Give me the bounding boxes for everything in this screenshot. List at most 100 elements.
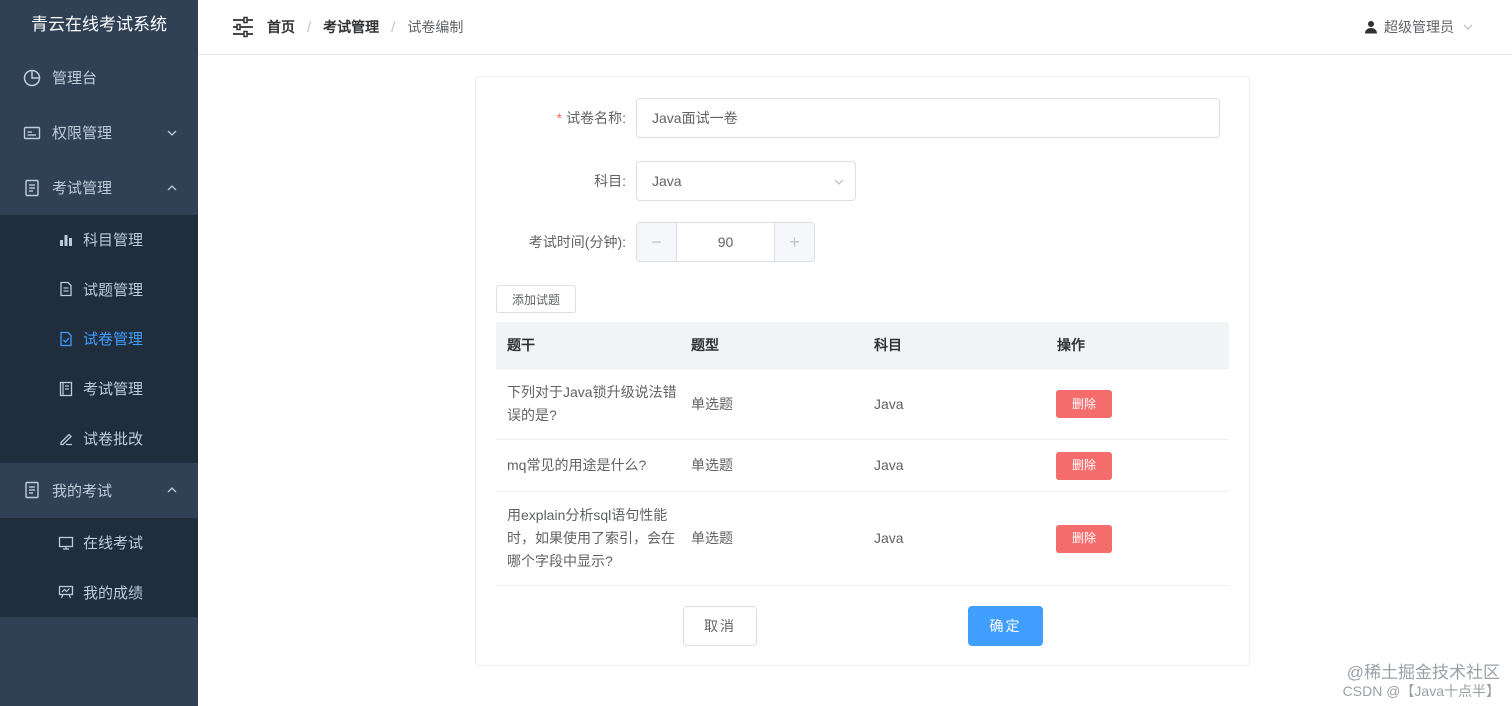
sidebar-item-label: 考试管理 <box>83 381 144 399</box>
menu-my-exam[interactable]: 我的考试 <box>0 463 198 518</box>
paper-name-input[interactable]: Java面试一卷 <box>636 98 1220 138</box>
cell-subject: Java <box>874 457 904 473</box>
user-name: 超级管理员 <box>1384 19 1454 35</box>
cell-stem: 下列对于Java锁升级说法错误的是? <box>507 384 677 423</box>
sidebar-item-exams[interactable]: 考试管理 <box>0 364 198 414</box>
cell-stem: 用explain分析sql语句性能时，如果使用了索引，会在哪个字段中显示? <box>507 507 675 569</box>
sidebar-item-label: 试卷管理 <box>83 331 144 349</box>
chevron-up-icon <box>166 484 178 496</box>
id-card-icon <box>22 123 42 143</box>
top-header: 首页 / 考试管理 / 试卷编制 超级管理员 <box>198 0 1512 55</box>
delete-button[interactable]: 删除 <box>1056 390 1112 418</box>
sidebar-item-label: 我的成绩 <box>83 584 144 602</box>
sidebar: 青云在线考试系统 管理台 权限管理 考试管理 科目管理 试题管理 试卷管理 考试… <box>0 0 198 706</box>
sidebar-item-label: 科目管理 <box>83 232 144 250</box>
cell-type: 单选题 <box>691 457 733 473</box>
paper-name-row: * 试卷名称: Java面试一卷 <box>476 98 1220 138</box>
breadcrumb-separator: / <box>391 18 396 36</box>
column-header-action: 操作 <box>1057 337 1085 353</box>
table-header: 题干 题型 科目 操作 <box>496 322 1229 369</box>
sidebar-item-label: 在线考试 <box>83 535 144 553</box>
my-exam-submenu: 在线考试 我的成绩 <box>0 517 198 618</box>
menu-permission-label: 权限管理 <box>52 125 113 142</box>
file-text-icon <box>57 280 75 298</box>
sliders-icon[interactable] <box>232 16 254 38</box>
watermark: @稀土掘金技术社区 CSDN @【Java十点半】 <box>1343 664 1500 700</box>
sidebar-item-subjects[interactable]: 科目管理 <box>0 215 198 265</box>
cell-subject: Java <box>874 530 904 546</box>
document-icon <box>22 480 42 500</box>
menu-my-exam-label: 我的考试 <box>52 482 113 500</box>
sidebar-item-grading[interactable]: 试卷批改 <box>0 413 198 463</box>
exam-submenu: 科目管理 试题管理 试卷管理 考试管理 试卷批改 <box>0 215 198 463</box>
subject-select[interactable]: Java <box>636 161 856 201</box>
cell-action: 删除 <box>1046 451 1229 480</box>
subject-label: 科目: <box>594 173 626 189</box>
chevron-down-icon <box>833 176 845 188</box>
watermark-line1: @稀土掘金技术社区 <box>1346 663 1500 682</box>
chevron-up-icon <box>166 182 178 194</box>
user-icon <box>1364 20 1378 34</box>
add-question-button[interactable]: 添加试题 <box>496 285 576 313</box>
paper-name-label: * 试卷名称: <box>476 108 636 128</box>
breadcrumb-home[interactable]: 首页 <box>267 17 295 37</box>
delete-button[interactable]: 删除 <box>1056 451 1112 480</box>
file-check-icon <box>57 330 75 348</box>
sidebar-item-questions[interactable]: 试题管理 <box>0 265 198 315</box>
menu-exam-management[interactable]: 考试管理 <box>0 160 198 215</box>
presentation-icon <box>57 583 75 601</box>
time-stepper[interactable]: − 90 + <box>636 222 815 262</box>
cell-stem: mq常见的用途是什么? <box>507 457 647 473</box>
sidebar-item-label: 试题管理 <box>83 281 144 299</box>
paper-name-label-text: 试卷名称: <box>566 110 626 126</box>
breadcrumb-current: 试卷编制 <box>407 19 464 35</box>
increase-button[interactable]: + <box>774 223 814 261</box>
decrease-button[interactable]: − <box>637 223 677 261</box>
chevron-down-icon <box>166 127 178 139</box>
chevron-down-icon <box>1462 21 1474 33</box>
user-menu[interactable]: 超级管理员 <box>1364 17 1474 37</box>
document-icon <box>22 178 42 198</box>
table-row: 下列对于Java锁升级说法错误的是? 单选题 Java 删除 <box>496 369 1229 440</box>
sidebar-item-label: 试卷批改 <box>83 430 144 448</box>
cancel-button[interactable]: 取消 <box>683 606 757 646</box>
subject-value: Java <box>652 173 682 189</box>
edit-pen-icon <box>57 429 75 447</box>
notebook-icon <box>57 380 75 398</box>
delete-button[interactable]: 删除 <box>1056 524 1112 553</box>
column-header-type: 题型 <box>691 337 719 353</box>
cell-action: 删除 <box>1046 390 1229 418</box>
paper-name-value: Java面试一卷 <box>652 110 738 126</box>
monitor-icon <box>57 534 75 552</box>
sidebar-item-papers[interactable]: 试卷管理 <box>0 314 198 364</box>
cell-type: 单选题 <box>691 530 733 546</box>
paper-edit-card: * 试卷名称: Java面试一卷 科目: Java 考试时间(分钟): − 90 … <box>475 76 1250 666</box>
menu-exam-management-label: 考试管理 <box>52 180 113 197</box>
column-header-subject: 科目 <box>874 337 902 353</box>
cell-type: 单选题 <box>691 395 733 412</box>
pie-chart-icon <box>22 68 42 88</box>
time-row: 考试时间(分钟): − 90 + <box>476 222 815 262</box>
cell-subject: Java <box>874 395 904 412</box>
confirm-button[interactable]: 确定 <box>968 606 1043 646</box>
sidebar-item-online-exam[interactable]: 在线考试 <box>0 518 198 568</box>
time-label: 考试时间(分钟): <box>528 234 626 250</box>
subject-row: 科目: Java <box>476 161 856 201</box>
column-header-stem: 题干 <box>507 337 535 353</box>
breadcrumb-exam-management[interactable]: 考试管理 <box>323 17 379 37</box>
table-row: 用explain分析sql语句性能时，如果使用了索引，会在哪个字段中显示? 单选… <box>496 492 1229 586</box>
cell-action: 删除 <box>1046 524 1229 553</box>
watermark-line2: CSDN @【Java十点半】 <box>1342 683 1500 699</box>
bar-chart-icon <box>57 231 75 249</box>
questions-table: 题干 题型 科目 操作 下列对于Java锁升级说法错误的是? 单选题 Java … <box>496 322 1229 586</box>
breadcrumb-separator: / <box>307 18 312 36</box>
time-value[interactable]: 90 <box>677 223 774 261</box>
sidebar-item-my-scores[interactable]: 我的成绩 <box>0 568 198 618</box>
table-row: mq常见的用途是什么? 单选题 Java 删除 <box>496 440 1229 492</box>
app-title: 青云在线考试系统 <box>31 15 167 34</box>
breadcrumb: 首页 / 考试管理 / 试卷编制 <box>267 17 463 37</box>
required-asterisk: * <box>556 110 563 126</box>
menu-dashboard[interactable]: 管理台 <box>0 50 198 105</box>
menu-dashboard-label: 管理台 <box>52 70 98 87</box>
menu-permission[interactable]: 权限管理 <box>0 105 198 160</box>
